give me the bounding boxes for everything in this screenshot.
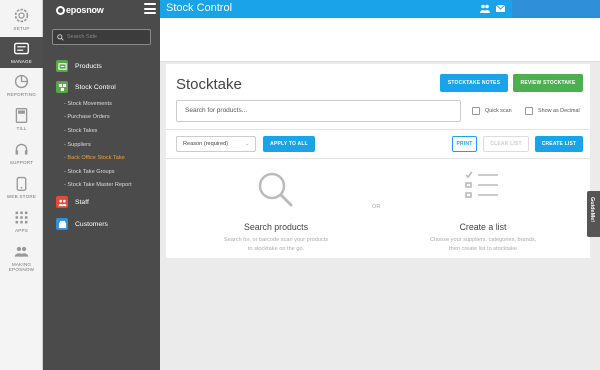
logo-text: eposnow <box>66 5 104 15</box>
sidebar-search-input[interactable] <box>67 34 147 40</box>
clear-list-button[interactable]: CLEAR LIST <box>483 136 529 152</box>
manage-icon <box>14 42 29 55</box>
logo-ring-icon <box>56 5 65 15</box>
users-icon[interactable] <box>480 4 490 13</box>
sidebar-sub-label: Stock Movements <box>67 101 112 107</box>
rail-support[interactable]: SUPPORT <box>0 138 43 172</box>
account-menu[interactable] <box>512 0 600 18</box>
brand-logo[interactable]: eposnow <box>56 4 104 16</box>
page-title: Stocktake <box>176 76 242 93</box>
hamburger-menu-icon[interactable] <box>144 3 156 14</box>
products-icon <box>56 60 68 72</box>
create-list-desc: Choose your suppliers, categories, brand… <box>403 236 563 254</box>
create-list-desc-line: Choose your suppliers, categories, brand… <box>429 237 537 243</box>
sidebar-item-label: Stock Control <box>75 83 116 91</box>
rail-label: WEB STORE <box>6 194 37 199</box>
product-search-field[interactable] <box>176 100 461 122</box>
rail-manage[interactable]: MANAGE <box>0 37 43 68</box>
sidebar-sub-label: Back Office Stock Take <box>67 155 125 161</box>
rail-label: TILL <box>16 126 27 131</box>
customers-icon <box>56 218 68 230</box>
create-list-heading: Create a list <box>459 222 507 232</box>
rail-label: SETUP <box>13 26 30 31</box>
sidebar-sub-label: Stock Takes <box>67 128 98 134</box>
rail-label: REPORTING <box>6 92 37 97</box>
grid-icon <box>15 211 28 224</box>
gear-icon <box>14 8 29 23</box>
pie-chart-icon <box>14 74 29 89</box>
sidebar-sub-back-office-stock-take[interactable]: - Back Office Stock Take <box>64 155 125 161</box>
divider <box>166 158 590 159</box>
search-icon <box>57 33 64 41</box>
sidebar-sub-stock-take-groups[interactable]: - Stock Take Groups <box>64 169 115 175</box>
review-stocktake-button[interactable]: REVIEW STOCKTAKE <box>513 74 583 92</box>
create-list-icon <box>465 171 498 198</box>
search-products-desc-line: Search for, or barcode scan your product… <box>223 237 329 243</box>
sub-header <box>160 18 600 62</box>
staff-icon <box>56 196 68 208</box>
create-list-desc-line: then create list to stocktake <box>449 246 517 252</box>
reason-select-value: Reason (required) <box>183 141 229 147</box>
guideme-tab[interactable]: GuideMe! <box>587 191 600 237</box>
sidebar-search[interactable] <box>52 29 151 45</box>
rail-label: MAKING EPOSNOW <box>8 262 35 272</box>
search-products-desc: Search for, or barcode scan your product… <box>196 236 356 254</box>
apply-to-all-button[interactable]: APPLY TO ALL <box>263 136 315 152</box>
or-separator: OR <box>372 204 381 210</box>
sidebar-item-stock-control[interactable]: Stock Control <box>56 81 116 93</box>
quick-scan-label: Quick scan <box>485 108 512 114</box>
sidebar-item-label: Staff <box>75 198 89 206</box>
rail-web-store[interactable]: WEB STORE <box>0 172 43 206</box>
sidebar-item-label: Products <box>75 62 102 70</box>
rail-label: SUPPORT <box>9 160 34 165</box>
top-bar: Stock Control <box>160 0 600 18</box>
store-icon <box>16 176 27 191</box>
quick-scan-checkbox[interactable] <box>472 107 480 115</box>
show-decimal-checkbox[interactable] <box>525 107 533 115</box>
rail-setup[interactable]: SETUP <box>0 4 43 38</box>
product-search-input[interactable] <box>185 107 445 114</box>
rail-apps[interactable]: APPS <box>0 206 43 240</box>
guideme-label: GuideMe! <box>589 197 595 223</box>
create-list-button[interactable]: CREATE LIST <box>535 136 583 152</box>
sidebar-sub-suppliers[interactable]: - Suppliers <box>64 142 91 148</box>
sidebar-sub-stock-take-master-report[interactable]: - Stock Take Master Report <box>64 182 132 188</box>
show-decimal-label: Show as Decimal <box>538 108 580 114</box>
stocktake-notes-button[interactable]: STOCKTAKE NOTES <box>440 74 508 92</box>
people-icon <box>14 246 29 257</box>
mail-icon[interactable] <box>496 5 505 12</box>
divider <box>166 129 590 130</box>
sidebar-item-label: Customers <box>75 220 108 228</box>
rail-reporting[interactable]: REPORTING <box>0 70 43 104</box>
search-products-icon <box>258 172 293 207</box>
rail-till[interactable]: TILL <box>0 104 43 138</box>
rail-label: MANAGE <box>10 59 33 64</box>
sidebar-sub-label: Stock Take Master Report <box>67 182 132 188</box>
search-products-desc-line: to stocktake on the go. <box>247 246 305 252</box>
page-header-title: Stock Control <box>166 2 233 14</box>
rail-label: APPS <box>14 228 29 233</box>
sidebar-sub-label: Suppliers <box>67 142 91 148</box>
chevron-down-icon: ⌄ <box>244 141 249 147</box>
sidebar-sub-purchase-orders[interactable]: - Purchase Orders <box>64 114 110 120</box>
sidebar-sub-stock-takes[interactable]: - Stock Takes <box>64 128 97 134</box>
left-rail: SETUP MANAGE REPORTING TILL SUPPORT WEB … <box>0 0 43 370</box>
sidebar-sub-label: Stock Take Groups <box>67 169 115 175</box>
sidebar-item-staff[interactable]: Staff <box>56 196 89 208</box>
rail-making-eposnow[interactable]: MAKING EPOSNOW <box>0 240 43 276</box>
sidebar-item-products[interactable]: Products <box>56 60 102 72</box>
stock-control-icon <box>56 81 68 93</box>
reason-select[interactable]: Reason (required) ⌄ <box>176 136 256 152</box>
till-icon <box>15 108 28 123</box>
search-products-heading: Search products <box>243 222 309 232</box>
sidebar-sub-label: Purchase Orders <box>67 114 110 120</box>
sidebar-sub-stock-movements[interactable]: - Stock Movements <box>64 101 112 107</box>
print-button[interactable]: PRINT <box>452 136 477 152</box>
sidebar-item-customers[interactable]: Customers <box>56 218 108 230</box>
headset-icon <box>15 143 28 155</box>
